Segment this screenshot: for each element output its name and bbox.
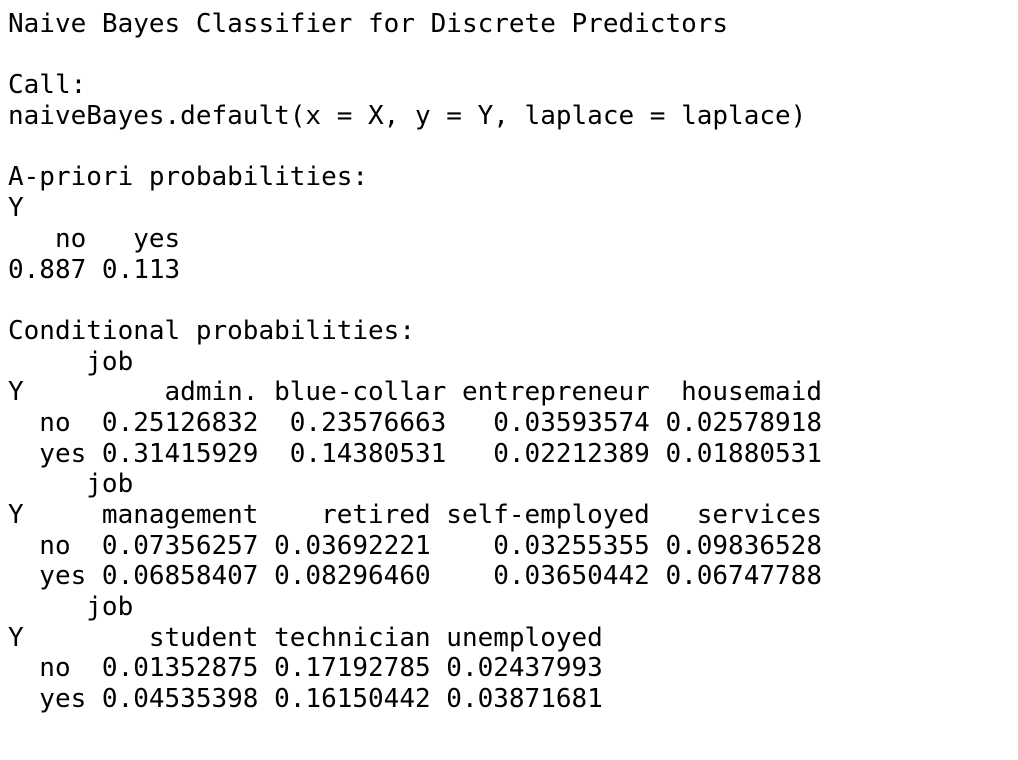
console-line: Y management retired self-employed servi… (8, 500, 822, 530)
console-line: yes 0.06858407 0.08296460 0.03650442 0.0… (8, 561, 822, 592)
console-line: no 0.25126832 0.23576663 0.03593574 0.02… (8, 407, 822, 438)
console-line: yes 0.31415929 0.14380531 0.02212389 0.0… (8, 438, 822, 469)
console-line: no 0.01352875 0.17192785 0.02437993 (8, 653, 603, 684)
console-output: Naive Bayes Classifier for Discrete Pred… (8, 9, 822, 715)
console-line: Y student technician unemployed (8, 622, 603, 653)
console-line: Y admin. blue-collar entrepreneur housem… (8, 377, 822, 408)
console-line: no yes (8, 223, 196, 254)
console-line: naiveBayes.default(x = X, y = Y, laplace… (8, 101, 807, 132)
console-line: yes 0.04535398 0.16150442 0.03871681 (8, 684, 603, 715)
console-line: Conditional probabilities: (8, 315, 415, 346)
console-line: job (8, 346, 134, 377)
console-line: 0.887 0.113 (8, 254, 196, 285)
console-line: job (8, 592, 134, 623)
console-line: no 0.07356257 0.03692221 0.03255355 0.09… (8, 530, 822, 561)
console-line: A-priori probabilities: (8, 162, 369, 193)
console-line: Y (8, 193, 24, 224)
console-line: Naive Bayes Classifier for Discrete Pred… (8, 9, 729, 39)
console-line: job (8, 469, 134, 500)
console-line: Call: (8, 70, 87, 101)
